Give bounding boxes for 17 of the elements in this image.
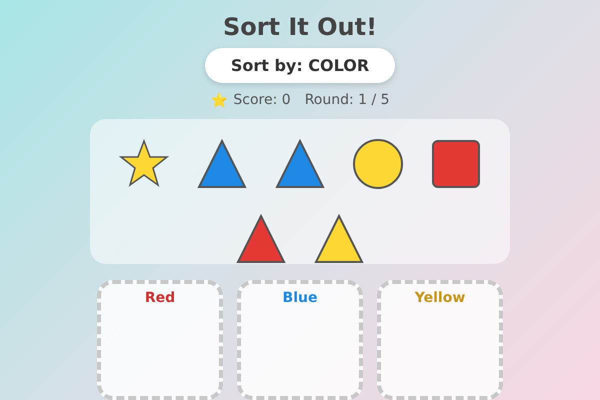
- sort-rule-badge: Sort by: COLOR: [204, 48, 396, 83]
- sorting-bin[interactable]: Blue: [237, 280, 363, 400]
- round-text: Round: 1 / 5: [304, 92, 390, 109]
- circle-shape[interactable]: [353, 139, 403, 189]
- triangle-shape[interactable]: [236, 214, 286, 263]
- bin-label: Red: [144, 290, 176, 308]
- star-shape[interactable]: [119, 139, 169, 187]
- sorting-bin[interactable]: Yellow: [377, 280, 503, 400]
- bin-label: Yellow: [414, 290, 466, 308]
- bin-label: Blue: [282, 290, 318, 308]
- star-icon: ⭐: [210, 92, 228, 109]
- game-title: Sort It Out!: [222, 12, 378, 42]
- triangle-shape[interactable]: [314, 214, 364, 263]
- triangle-shape[interactable]: [197, 139, 247, 188]
- triangle-shape[interactable]: [275, 139, 325, 188]
- sorting-bin[interactable]: Red: [97, 280, 223, 400]
- score-text: Score: 0: [233, 92, 291, 109]
